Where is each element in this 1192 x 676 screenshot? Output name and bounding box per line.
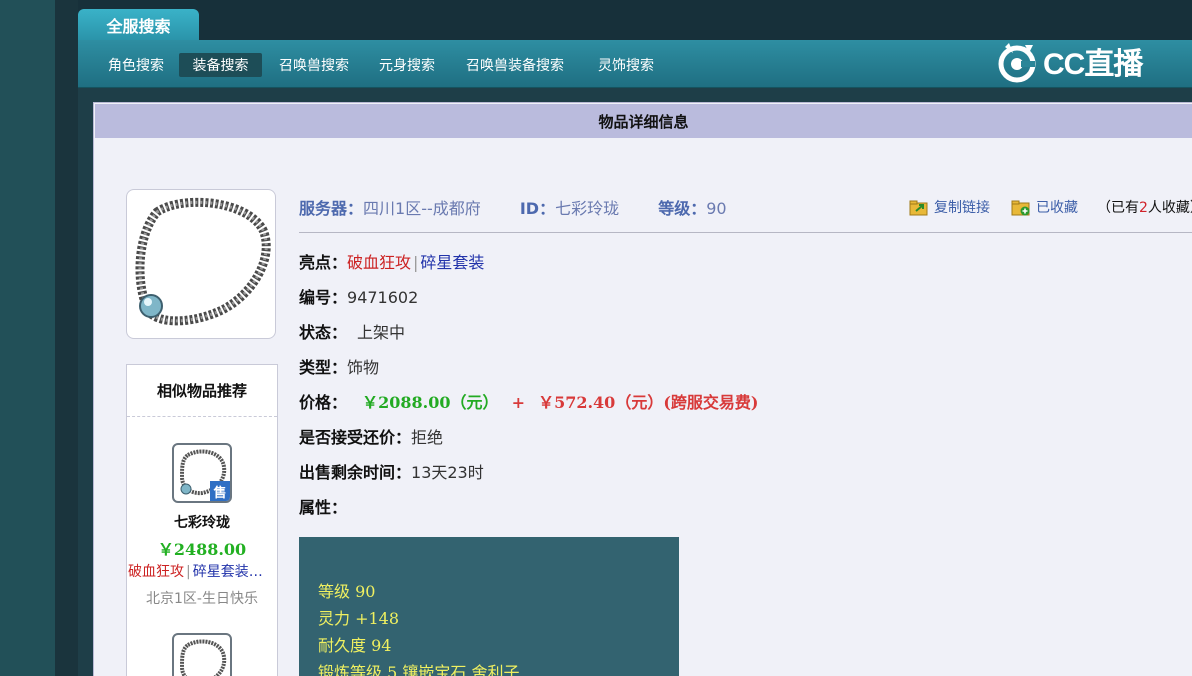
server-label: 服务器： <box>299 199 364 218</box>
favorite-count-number: 2 <box>1139 200 1148 216</box>
similar-items-box: 相似物品推荐 售 七彩玲珑 ￥2488.00 破血狂攻 | 碎星套装… 北京1区-生… <box>126 364 278 676</box>
nav-role-search[interactable]: 角色搜索 <box>100 53 172 77</box>
similar-item-server: 北京1区-生日快乐 <box>146 591 258 607</box>
remaining-label: 出售剩余时间： <box>299 463 412 482</box>
attributes-label: 属性： <box>299 498 348 517</box>
type-value: 饰物 <box>347 358 380 377</box>
folder-add-icon <box>1011 200 1030 215</box>
nav-lingshi-search[interactable]: 灵饰搜索 <box>592 53 660 77</box>
similar-item-tags: 破血狂攻 | 碎星套装… <box>128 561 276 581</box>
price-row: 价格： ￥2088.00（元） + ￥572.40（元）(跨服交易费) <box>299 389 758 413</box>
highlight-row: 亮点：破血狂攻 | 碎星套装 <box>299 249 484 273</box>
tab-all-server-search[interactable]: 全服搜索 <box>78 9 199 41</box>
favorited-label: 已收藏 <box>1036 200 1078 216</box>
panel-title: 物品详细信息 <box>95 104 1192 138</box>
type-row: 类型：饰物 <box>299 354 379 378</box>
highlight-separator: | <box>413 253 419 272</box>
for-sale-badge: 售 <box>210 481 230 501</box>
highlight-tag-1: 破血狂攻 <box>347 253 412 272</box>
cc-live-logo: CC直播 <box>995 38 1155 84</box>
necklace-icon <box>135 197 271 326</box>
similar-items-title: 相似物品推荐 <box>127 365 277 417</box>
bargain-label: 是否接受还价： <box>299 428 412 447</box>
attributes-box: 等级 90 灵力 +148 耐久度 94 锻炼等级 5 镶嵌宝石 舍利子 <box>299 537 679 676</box>
page-background-gutter <box>55 0 78 676</box>
highlight-tag-2: 碎星套装 <box>420 253 485 272</box>
price-plus: + <box>511 393 525 412</box>
type-label: 类型： <box>299 358 348 377</box>
status-label: 状态： <box>299 323 348 342</box>
folder-share-icon <box>909 200 928 215</box>
similar-item-price: ￥2488.00 <box>157 540 247 559</box>
attribute-line: 等级 90 <box>318 582 376 601</box>
remaining-value: 13天23时 <box>411 463 484 482</box>
attribute-line: 灵力 +148 <box>318 609 400 628</box>
serial-label: 编号： <box>299 288 348 307</box>
page-top-strip <box>78 0 1192 40</box>
similar-tag-1: 破血狂攻 <box>128 564 184 580</box>
attribute-line: 锻炼等级 5 镶嵌宝石 舍利子 <box>318 663 520 676</box>
copy-link-button[interactable]: 复制链接 <box>909 197 990 217</box>
cross-server-fee: ￥572.40（元）(跨服交易费) <box>538 393 759 412</box>
serial-value: 9471602 <box>347 288 419 307</box>
id-value: 七彩玲珑 <box>555 199 620 218</box>
bargain-value: 拒绝 <box>411 428 444 447</box>
id-label: ID： <box>519 199 556 218</box>
logo-text: CC直播 <box>1043 48 1143 81</box>
nav-yuanshen-search[interactable]: 元身搜索 <box>374 53 440 77</box>
nav-equipment-search[interactable]: 装备搜索 <box>179 53 262 77</box>
price-main: ￥2088.00（元） <box>362 393 499 412</box>
similar-item-thumbnail[interactable]: 售 <box>172 443 232 503</box>
attribute-line: 耐久度 94 <box>318 636 392 655</box>
nav-summon-equipment-search[interactable]: 召唤兽装备搜索 <box>460 53 570 77</box>
similar-tag-separator: | <box>186 564 191 580</box>
item-image <box>126 189 276 339</box>
remaining-time-row: 出售剩余时间：13天23时 <box>299 459 484 483</box>
level-label: 等级： <box>658 199 707 218</box>
nav-summon-search[interactable]: 召唤兽搜索 <box>274 53 354 77</box>
necklace-icon <box>179 639 227 676</box>
level-value: 90 <box>706 199 727 218</box>
highlight-label: 亮点： <box>299 253 348 272</box>
similar-tag-2: 碎星套装… <box>192 564 263 580</box>
status-row: 状态： 上架中 <box>299 319 405 343</box>
server-value: 四川1区--成都府 <box>363 199 481 218</box>
bargain-row: 是否接受还价：拒绝 <box>299 424 443 448</box>
status-value: 上架中 <box>357 323 406 342</box>
favorited-button[interactable]: 已收藏 <box>1011 197 1078 217</box>
meta-divider <box>299 232 1192 233</box>
favorite-count-prefix: （已有 <box>1097 200 1139 216</box>
favorite-count: （已有2人收藏） <box>1097 197 1192 217</box>
cc-logo-icon <box>998 43 1036 83</box>
page-background-left <box>0 0 55 676</box>
similar-item-name[interactable]: 七彩玲珑 <box>127 512 277 532</box>
similar-item-thumbnail-2[interactable] <box>172 633 232 676</box>
favorite-count-suffix: 人收藏） <box>1147 200 1192 216</box>
price-label: 价格： <box>299 393 348 412</box>
attributes-row: 属性： <box>299 494 347 518</box>
copy-link-label: 复制链接 <box>934 200 990 216</box>
serial-row: 编号：9471602 <box>299 284 418 308</box>
